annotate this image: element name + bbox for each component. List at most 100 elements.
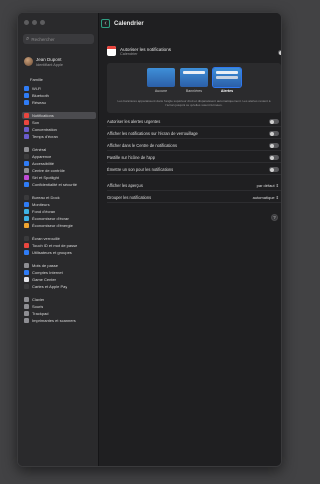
alert-style-preview [180, 68, 208, 87]
apple-account-row[interactable]: Jean Dupont Identifiant Apple [24, 57, 63, 67]
alert-style-alerts[interactable]: Alertes [212, 67, 242, 93]
setting-label: Afficher dans le Centre de notifications [107, 143, 178, 148]
sidebar-item-label: Apparence [32, 154, 52, 159]
sidebar-item-icon [24, 311, 29, 316]
search-input[interactable] [31, 36, 92, 42]
sidebar-item[interactable]: Temps d'écran [22, 133, 96, 140]
allow-notifications-toggle[interactable] [278, 50, 281, 55]
sidebar-item-icon [24, 236, 29, 241]
sidebar-item[interactable]: Fond d'écran [22, 208, 96, 215]
search-field[interactable]: ⌕ [23, 34, 94, 44]
chevron-updown-icon: ⇕ [275, 183, 279, 188]
sidebar-item-label: Wi-Fi [32, 86, 42, 91]
minimize-window-button[interactable] [32, 20, 37, 25]
system-settings-window: ⌕ Jean Dupont Identifiant Apple Famille … [17, 12, 282, 467]
sidebar: ⌕ Jean Dupont Identifiant Apple Famille … [18, 13, 99, 466]
sidebar-item[interactable]: Économiseur d'écran [22, 215, 96, 222]
chevron-left-icon: ‹ [104, 20, 107, 27]
sidebar-item[interactable]: Confidentialité et sécurité [22, 181, 96, 188]
sidebar-item-icon [24, 175, 29, 180]
sidebar-item-label: Notifications [32, 113, 54, 118]
sidebar-item-label: Réseau [32, 100, 46, 105]
sidebar-item[interactable]: Bluetooth [22, 92, 96, 99]
sidebar-item-icon [24, 154, 29, 159]
alert-style-none[interactable]: Aucune [147, 68, 175, 93]
chevron-updown-icon: ⇕ [275, 195, 279, 200]
setting-sound: Émettre un son pour les notifications [107, 164, 281, 175]
sidebar-item[interactable]: Économiseur d'énergie [22, 222, 96, 229]
sidebar-item-icon [24, 161, 29, 166]
zoom-window-button[interactable] [40, 20, 45, 25]
close-window-button[interactable] [24, 20, 29, 25]
avatar [24, 57, 33, 67]
app-header-row: Autoriser les notifications Calendrier [107, 46, 171, 56]
sidebar-item-icon [24, 270, 29, 275]
sidebar-item-label: Centre de contrôle [32, 168, 65, 173]
sidebar-item-icon [24, 86, 29, 91]
alert-style-banners[interactable]: Bannières [180, 68, 208, 93]
sidebar-item[interactable]: Utilisateurs et groupes [22, 249, 96, 256]
sidebar-item[interactable]: Apparence [22, 153, 96, 160]
sidebar-item[interactable]: Général [22, 146, 96, 153]
setting-previews: Afficher les aperçus par défaut ⇕ [107, 180, 281, 191]
sidebar-item-icon [24, 127, 29, 132]
sidebar-item-label: Son [32, 120, 40, 125]
sidebar-item[interactable]: Moniteurs [22, 201, 96, 208]
sidebar-item[interactable]: Réseau [22, 99, 96, 106]
sidebar-item-icon [24, 113, 29, 118]
grouping-popup[interactable]: automatique ⇕ [253, 195, 279, 200]
setting-label: Émettre un son pour les notifications [107, 167, 174, 172]
sidebar-item[interactable]: Game Center [22, 276, 96, 283]
sidebar-item-icon [24, 120, 29, 125]
sidebar-item[interactable]: Notifications [22, 112, 96, 119]
sidebar-item[interactable]: Son [22, 119, 96, 126]
notification-center-toggle[interactable] [269, 143, 279, 148]
setting-label: Afficher les notifications sur l'écran d… [107, 131, 198, 136]
sidebar-item[interactable]: Accessibilité [22, 160, 96, 167]
sidebar-item-label: Fond d'écran [32, 209, 56, 214]
sidebar-item-icon [24, 277, 29, 282]
sidebar-item[interactable]: Wi-Fi [22, 85, 96, 92]
sidebar-item-label: Imprimantes et scanners [32, 318, 76, 323]
previews-popup[interactable]: par défaut ⇕ [257, 183, 279, 188]
badge-toggle[interactable] [269, 155, 279, 160]
sidebar-item[interactable]: Bureau et Dock [22, 194, 96, 201]
profile-name: Jean Dupont [36, 57, 62, 62]
sidebar-item-label: Siri et Spotlight [32, 175, 59, 180]
sidebar-item-icon [24, 134, 29, 139]
sidebar-item[interactable]: Touch ID et mot de passe [22, 242, 96, 249]
sidebar-item[interactable]: Clavier [22, 296, 96, 303]
sidebar-item-icon [24, 304, 29, 309]
sound-toggle[interactable] [269, 167, 279, 172]
alert-style-label: Bannières [185, 89, 203, 93]
sidebar-item[interactable]: Mots de passe [22, 262, 96, 269]
critical-alerts-toggle[interactable] [269, 119, 279, 124]
sidebar-item-label: Bluetooth [32, 93, 49, 98]
sidebar-item[interactable]: Siri et Spotlight [22, 174, 96, 181]
alert-style-preview [147, 68, 175, 87]
sidebar-item[interactable]: Centre de contrôle [22, 167, 96, 174]
sidebar-item[interactable]: Écran verrouillé [22, 235, 96, 242]
sidebar-item[interactable]: Concentration [22, 126, 96, 133]
setting-label: Autoriser les alertes urgentes [107, 119, 161, 124]
sidebar-item[interactable]: Imprimantes et scanners [22, 317, 96, 324]
sidebar-item-icon [24, 209, 29, 214]
setting-label: Pastille sur l'icône de l'app [107, 155, 155, 160]
setting-label: Grouper les notifications [107, 195, 152, 200]
sidebar-item-label: Bureau et Dock [32, 195, 60, 200]
sidebar-item-icon [24, 284, 29, 289]
sidebar-item-label: Concentration [32, 127, 57, 132]
sidebar-item-label: Comptes Internet [32, 270, 63, 275]
sidebar-item[interactable]: Cartes et Apple Pay [22, 283, 96, 290]
alert-style-panel: Aucune Bannières Alertes Les bannières a… [107, 63, 281, 113]
setting-lock-screen: Afficher les notifications sur l'écran d… [107, 128, 281, 139]
sidebar-item-family[interactable]: Famille [22, 76, 96, 83]
sidebar-item-icon [24, 195, 29, 200]
lock-screen-toggle[interactable] [269, 131, 279, 136]
sidebar-item[interactable]: Trackpad [22, 310, 96, 317]
back-button[interactable]: ‹ [101, 19, 110, 28]
sidebar-item[interactable]: Souris [22, 303, 96, 310]
sidebar-item[interactable]: Comptes Internet [22, 269, 96, 276]
sidebar-item-label: Général [32, 147, 47, 152]
help-button[interactable]: ? [271, 214, 278, 221]
